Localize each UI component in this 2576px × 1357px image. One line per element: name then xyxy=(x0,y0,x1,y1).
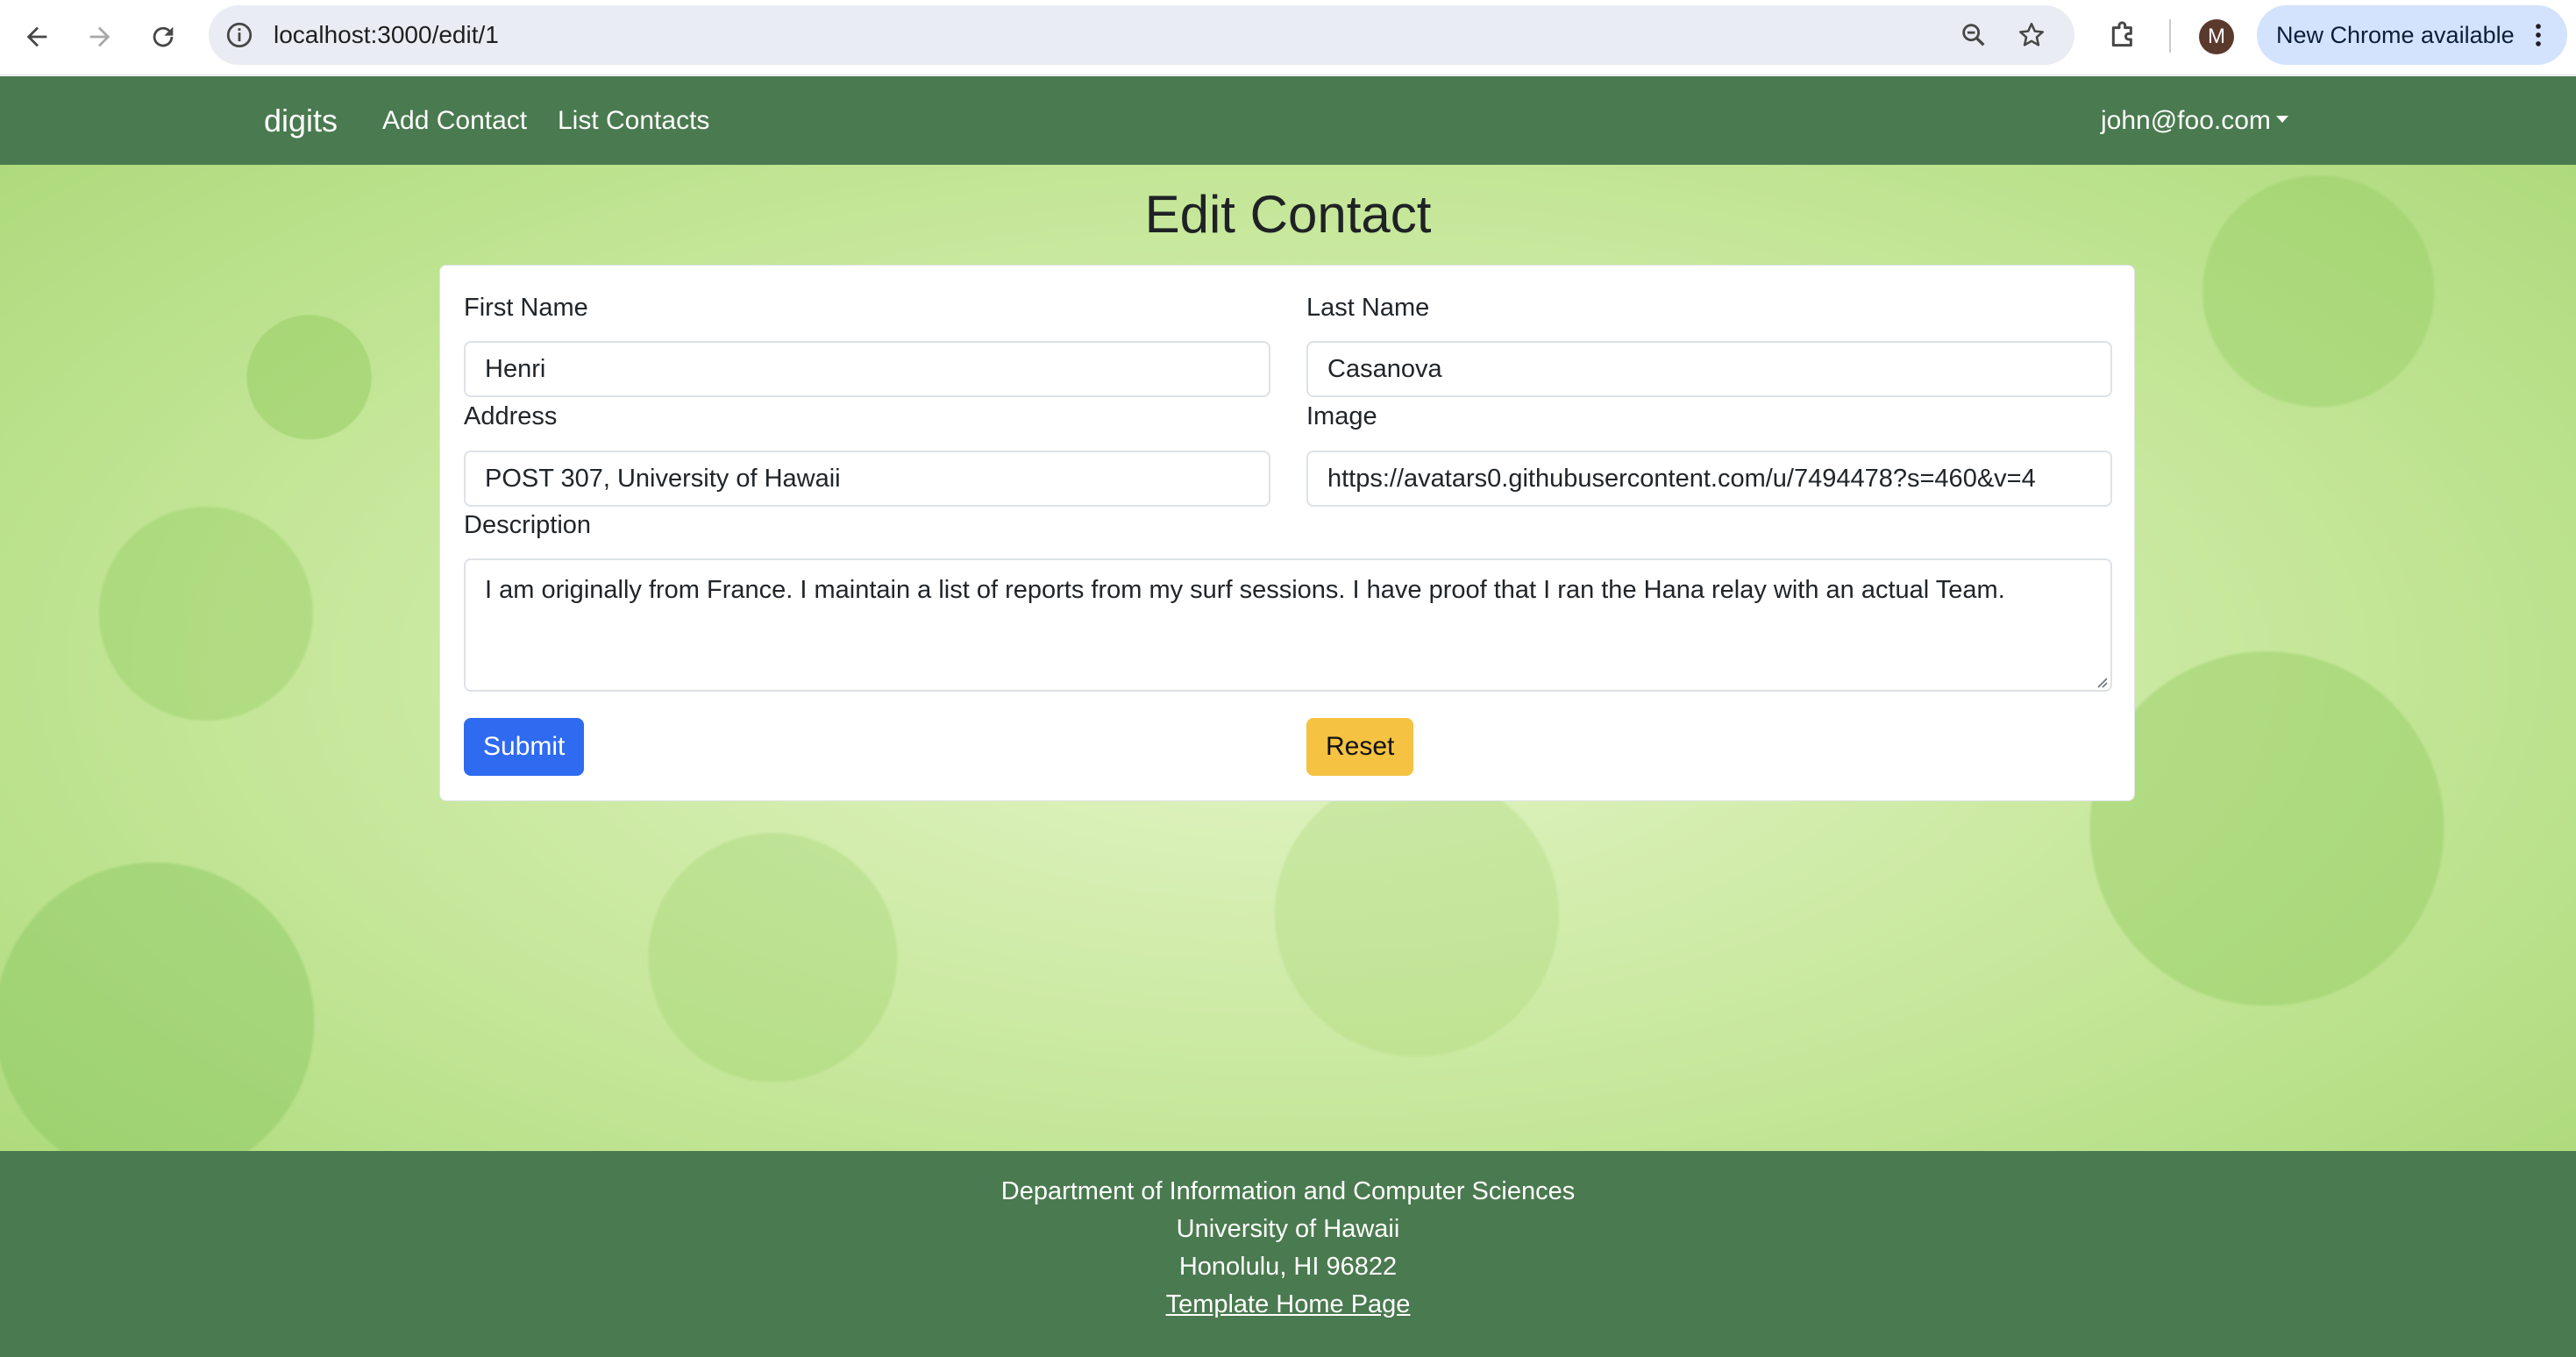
info-icon[interactable] xyxy=(224,20,254,50)
profile-avatar[interactable]: M xyxy=(2199,19,2234,54)
footer-department: Department of Information and Computer S… xyxy=(1000,1177,1576,1205)
image-url-input[interactable] xyxy=(1306,451,2112,507)
user-email: john@foo.com xyxy=(2101,106,2271,135)
back-button[interactable] xyxy=(14,14,60,60)
address-label: Address xyxy=(464,402,558,430)
arrow-left-icon xyxy=(26,26,47,47)
last-name-input[interactable] xyxy=(1306,341,2112,397)
more-vertical-icon[interactable] xyxy=(2523,20,2553,50)
address-input[interactable] xyxy=(464,451,1270,507)
forward-button[interactable] xyxy=(77,14,123,60)
browser-toolbar: localhost:3000/edit/1 M New Chrome avail… xyxy=(0,0,2576,75)
chrome-update-label: New Chrome available xyxy=(2276,22,2515,48)
template-home-link[interactable]: Template Home Page xyxy=(1166,1290,1411,1318)
bookmark-star-icon[interactable] xyxy=(2017,20,2046,50)
page-title: Edit Contact xyxy=(1144,185,1432,244)
first-name-input[interactable] xyxy=(464,341,1270,397)
arrow-right-icon xyxy=(89,26,110,47)
caret-down-icon xyxy=(2275,116,2288,124)
footer-link-row: Template Home Page xyxy=(0,1290,2576,1319)
toolbar-divider xyxy=(2169,19,2171,53)
image-label: Image xyxy=(1306,402,1377,430)
reset-button[interactable]: Reset xyxy=(1306,718,1414,776)
submit-button[interactable]: Submit xyxy=(464,718,585,776)
brand-link[interactable]: digits xyxy=(264,76,338,165)
address-bar[interactable]: localhost:3000/edit/1 xyxy=(209,5,2074,65)
nav-add-contact[interactable]: Add Contact xyxy=(382,76,527,165)
footer-location: Honolulu, HI 96822 xyxy=(1178,1253,1398,1281)
extensions-puzzle-icon[interactable] xyxy=(2106,18,2141,53)
nav-list-contacts[interactable]: List Contacts xyxy=(558,76,709,165)
footer: Department of Information and Computer S… xyxy=(0,1151,2576,1357)
edit-contact-form: First Name Last Name Address Image Descr… xyxy=(439,265,2135,801)
top-navbar: digits Add Contact List Contacts john@fo… xyxy=(0,76,2576,165)
url-text[interactable]: localhost:3000/edit/1 xyxy=(274,5,499,65)
user-dropdown[interactable]: john@foo.com xyxy=(2101,76,2288,165)
footer-university: University of Hawaii xyxy=(1176,1215,1400,1243)
resize-handle-icon[interactable] xyxy=(2094,674,2108,688)
reload-icon xyxy=(153,26,174,47)
description-label: Description xyxy=(464,511,592,539)
description-textarea[interactable]: I am originally from France. I maintain … xyxy=(464,558,2112,692)
chrome-update-button[interactable]: New Chrome available xyxy=(2257,5,2567,65)
last-name-label: Last Name xyxy=(1306,294,1430,322)
reload-button[interactable] xyxy=(140,14,186,60)
first-name-label: First Name xyxy=(464,294,588,322)
zoom-icon[interactable] xyxy=(1959,20,1989,50)
